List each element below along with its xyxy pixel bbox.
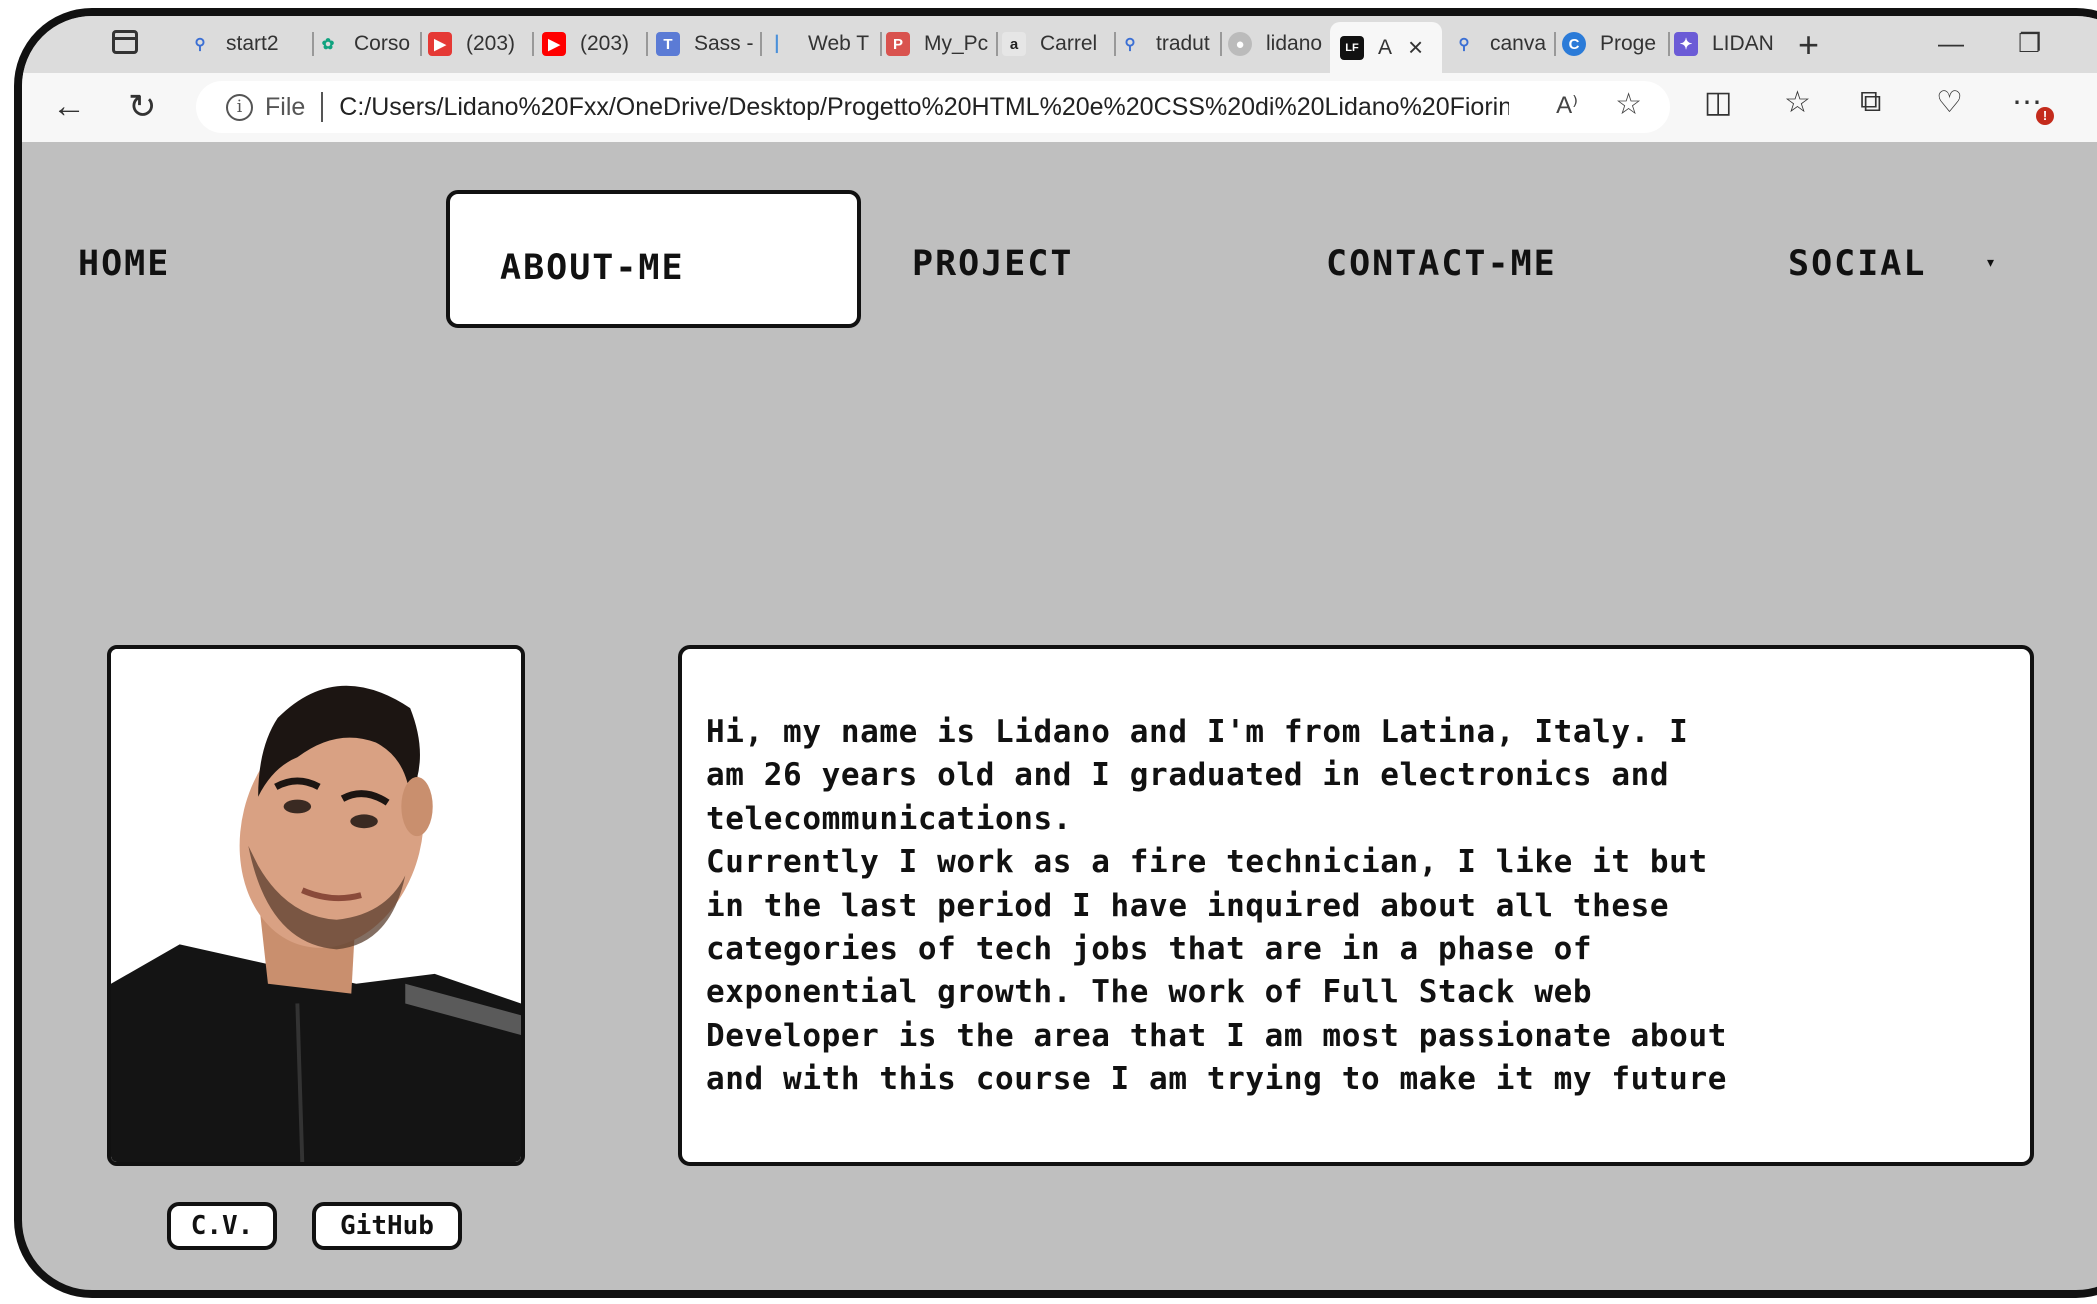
- address-scheme: File: [265, 92, 306, 121]
- tab-label: start2: [226, 32, 279, 55]
- chevron-down-icon[interactable]: ▾: [1987, 254, 1994, 271]
- new-tab-button[interactable]: +: [1798, 24, 1819, 66]
- tab-label: canva: [1490, 32, 1547, 55]
- browser-essentials-icon[interactable]: ♡: [1936, 85, 1963, 120]
- browser-tab[interactable]: ▶ (203): [428, 26, 528, 62]
- refresh-icon[interactable]: ↻: [128, 87, 157, 127]
- bio-text: Hi, my name is Lidano and I'm from Latin…: [706, 714, 1727, 1098]
- browser-toolbar: ← ↻ i File C:/Users/Lidano%20Fxx/OneDriv…: [22, 73, 2097, 142]
- copilot-icon: ✦: [1674, 32, 1698, 56]
- collections-icon[interactable]: ⧉: [1860, 85, 1881, 119]
- back-arrow-icon[interactable]: ←: [52, 87, 86, 126]
- close-tab-icon[interactable]: ×: [1408, 32, 1423, 63]
- nav-home[interactable]: HOME: [78, 244, 170, 284]
- browser-tab-active[interactable]: LF A ×: [1330, 22, 1442, 73]
- split-screen-icon[interactable]: ◫: [1704, 85, 1732, 120]
- pdf-icon: P: [886, 32, 910, 56]
- browser-tab[interactable]: ⚲ tradut: [1118, 26, 1218, 62]
- tab-label: Proge: [1600, 32, 1657, 55]
- browser-tab[interactable]: ▏ Web T: [770, 26, 880, 62]
- nav-social[interactable]: SOCIAL: [1788, 244, 1926, 284]
- tab-label: tradut: [1156, 32, 1210, 55]
- cv-button[interactable]: C.V.: [167, 1202, 277, 1250]
- search-icon: ⚲: [1458, 36, 1470, 53]
- tab-strip: ⚲ start2 ✿ Corso ▶ (203) ▶ (203) T Sass …: [22, 16, 2097, 73]
- search-icon: ⚲: [194, 36, 206, 53]
- github-button[interactable]: GitHub: [312, 1202, 462, 1250]
- tab-label: Carrel: [1040, 32, 1098, 55]
- lf-icon: LF: [1340, 35, 1364, 60]
- browser-tab[interactable]: ⚲ canva: [1452, 26, 1552, 62]
- canva-icon: C: [1562, 32, 1586, 56]
- openai-icon: ✿: [321, 36, 335, 53]
- info-icon[interactable]: i: [226, 93, 253, 121]
- device-frame: ⚲ start2 ✿ Corso ▶ (203) ▶ (203) T Sass …: [14, 8, 2097, 1298]
- tab-label: My_Pc: [924, 32, 989, 55]
- github-icon: ●: [1228, 32, 1252, 56]
- browser-tab[interactable]: a Carrel: [1002, 26, 1112, 62]
- browser-tab[interactable]: P My_Pc: [886, 26, 994, 62]
- tab-label: (203): [580, 32, 630, 55]
- address-bar[interactable]: i File C:/Users/Lidano%20Fxx/OneDrive/De…: [196, 81, 1670, 133]
- favorites-icon[interactable]: ☆: [1784, 85, 1811, 120]
- tab-label: A: [1378, 35, 1393, 59]
- nav-project[interactable]: PROJECT: [912, 244, 1074, 284]
- tab-label: LIDAN: [1712, 32, 1774, 55]
- bio-box: Hi, my name is Lidano and I'm from Latin…: [678, 645, 2034, 1166]
- nav-about-me[interactable]: ABOUT-ME: [500, 248, 685, 288]
- tab-label: Corso: [354, 32, 411, 55]
- browser-tab[interactable]: T Sass -: [656, 26, 756, 62]
- read-aloud-icon[interactable]: A⁾: [1556, 91, 1578, 120]
- tab-label: (203): [466, 32, 516, 55]
- tab-actions-icon[interactable]: [112, 30, 138, 54]
- browser-tab[interactable]: C Proge: [1562, 26, 1666, 62]
- tt-icon: T: [656, 32, 680, 56]
- address-url[interactable]: C:/Users/Lidano%20Fxx/OneDrive/Desktop/P…: [339, 93, 1509, 122]
- restore-icon[interactable]: ❐: [2018, 28, 2041, 59]
- browser-tab[interactable]: ● lidano: [1228, 26, 1328, 62]
- minimize-icon[interactable]: —: [1938, 28, 1964, 59]
- tab-label: Sass -: [694, 32, 754, 55]
- tab-label: Web T: [808, 32, 870, 55]
- notification-badge: !: [2036, 107, 2054, 125]
- search-icon: ⚲: [1124, 36, 1136, 53]
- nav-contact-me[interactable]: CONTACT-ME: [1326, 244, 1557, 284]
- bookmark-icon: ▏: [776, 36, 788, 53]
- amazon-icon: a: [1002, 32, 1026, 56]
- profile-photo: [107, 645, 525, 1166]
- browser-tab[interactable]: ⚲ start2: [188, 26, 308, 62]
- youtube-icon: ▶: [428, 32, 452, 56]
- browser-tab[interactable]: ✦ LIDAN: [1674, 26, 1778, 62]
- browser-tab[interactable]: ✿ Corso: [316, 26, 416, 62]
- favorite-star-icon[interactable]: ☆: [1615, 87, 1642, 122]
- browser-tab[interactable]: ▶ (203): [542, 26, 642, 62]
- youtube-icon: ▶: [542, 32, 566, 56]
- tab-label: lidano: [1266, 32, 1323, 55]
